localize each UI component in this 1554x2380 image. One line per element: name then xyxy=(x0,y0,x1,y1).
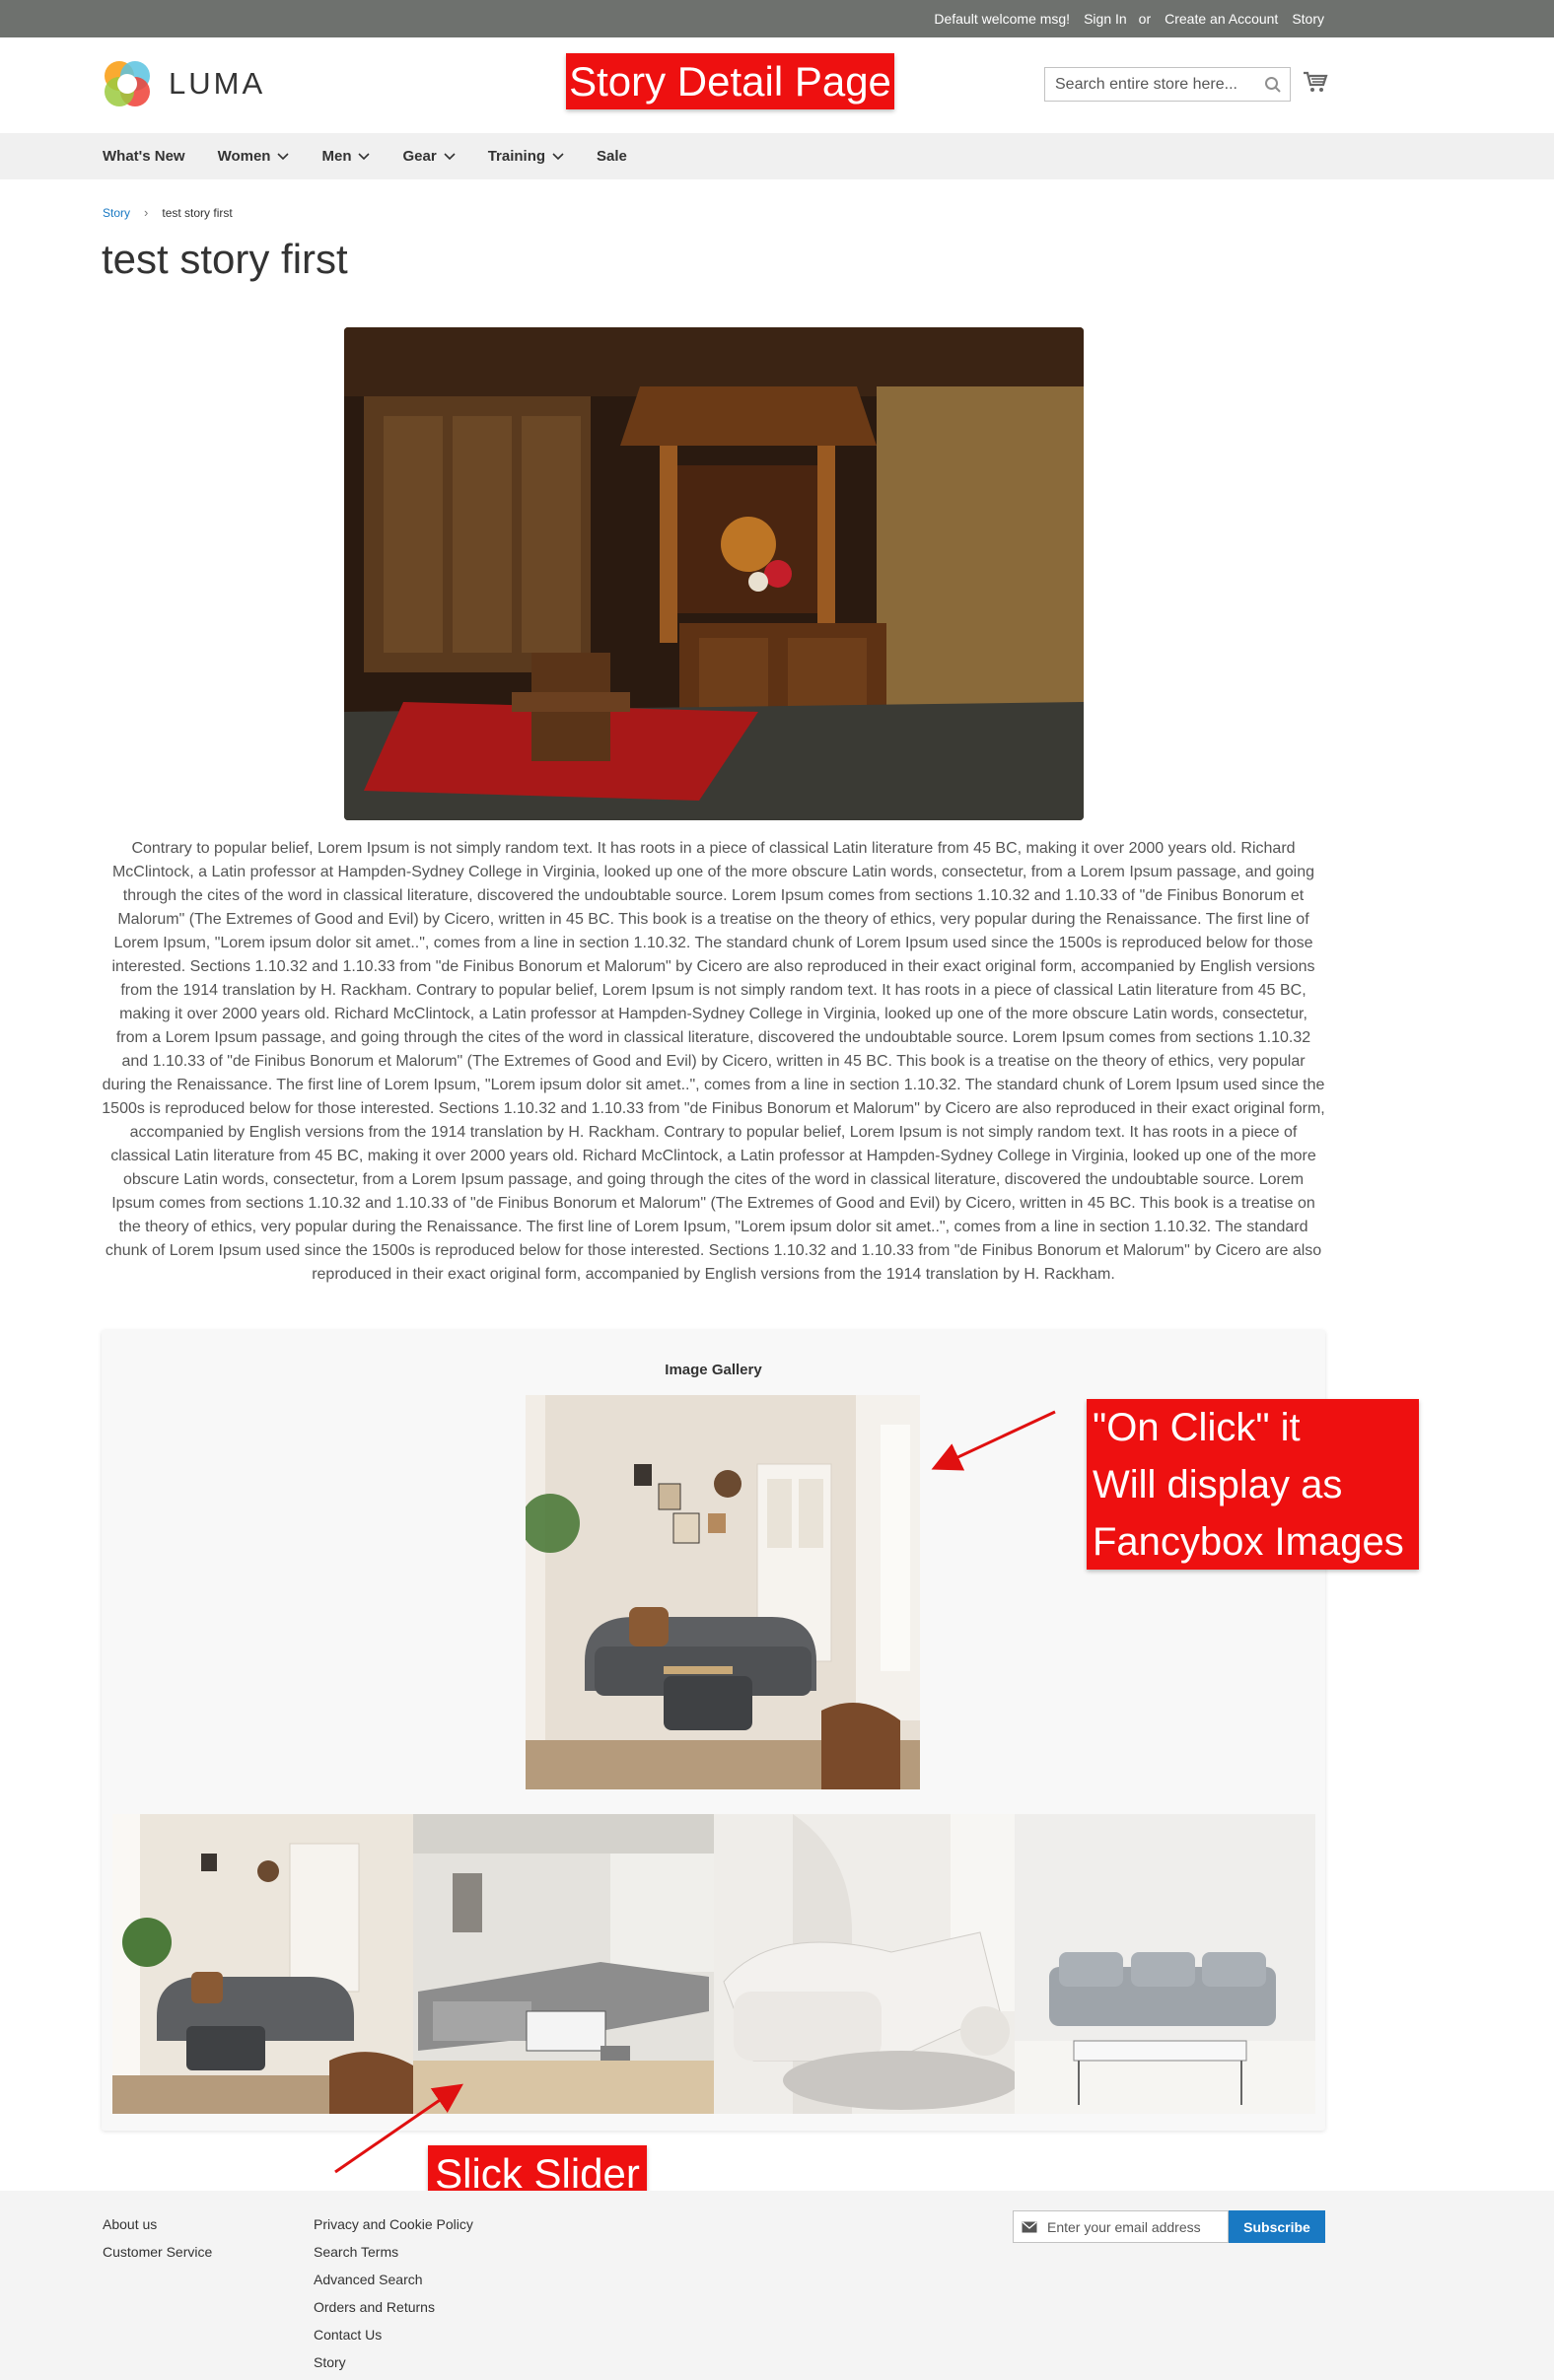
luma-logo-icon xyxy=(102,58,153,109)
nav-label: Gear xyxy=(402,148,437,165)
breadcrumb-story-link[interactable]: Story xyxy=(103,206,130,220)
subscribe-button[interactable]: Subscribe xyxy=(1229,2210,1325,2243)
search-input[interactable] xyxy=(1045,68,1252,101)
nav-label: Men xyxy=(321,148,352,165)
nav-item-men[interactable]: Men xyxy=(321,148,371,165)
footer-link-customer-service[interactable]: Customer Service xyxy=(103,2238,212,2266)
footer-link-privacy[interactable]: Privacy and Cookie Policy xyxy=(314,2210,473,2238)
chevron-down-icon xyxy=(277,152,290,160)
main-navigation: What's New Women Men Gear Training Sale xyxy=(0,133,1554,179)
annotation-line: Fancybox Images xyxy=(1093,1520,1404,1564)
nav-label: Sale xyxy=(597,148,627,165)
footer-link-contact-us[interactable]: Contact Us xyxy=(314,2321,473,2348)
welcome-message: Default welcome msg! xyxy=(934,11,1071,27)
nav-item-women[interactable]: Women xyxy=(218,148,290,165)
annotation-line: "On Click" it xyxy=(1093,1406,1301,1449)
page-footer: About us Customer Service Privacy and Co… xyxy=(0,2191,1554,2380)
slider-item[interactable] xyxy=(413,1814,714,2114)
slider-item[interactable] xyxy=(1015,1814,1315,2114)
footer-link-orders-returns[interactable]: Orders and Returns xyxy=(314,2293,473,2321)
mail-icon xyxy=(1022,2220,1037,2232)
sign-in-link[interactable]: Sign In xyxy=(1084,11,1127,27)
or-text: or xyxy=(1138,11,1152,27)
nav-label: Women xyxy=(217,148,271,165)
page-title: test story first xyxy=(102,236,348,282)
breadcrumb: Story › test story first xyxy=(103,205,233,220)
breadcrumb-current: test story first xyxy=(162,205,233,220)
story-body-text: Contrary to popular belief, Lorem Ipsum … xyxy=(102,840,1325,1283)
footer-links-col2: Privacy and Cookie Policy Search Terms A… xyxy=(314,2210,473,2376)
nav-label: What's New xyxy=(103,148,185,165)
nav-item-gear[interactable]: Gear xyxy=(402,148,456,165)
top-panel: Default welcome msg! Sign In or Create a… xyxy=(0,0,1554,37)
search-icon[interactable] xyxy=(1264,76,1282,94)
chevron-down-icon xyxy=(552,152,564,160)
newsletter-field[interactable] xyxy=(1013,2210,1229,2243)
slider-item[interactable] xyxy=(112,1814,413,2114)
footer-link-about-us[interactable]: About us xyxy=(103,2210,212,2238)
annotation-line: Will display as xyxy=(1093,1463,1343,1506)
nav-label: Training xyxy=(487,148,546,165)
logo[interactable]: LUMA xyxy=(102,58,265,109)
header-links: Default welcome msg! Sign In or Create a… xyxy=(920,0,1324,37)
footer-link-search-terms[interactable]: Search Terms xyxy=(314,2238,473,2266)
slick-slider[interactable] xyxy=(112,1814,1316,2114)
footer-link-story[interactable]: Story xyxy=(314,2348,473,2376)
chevron-down-icon xyxy=(358,152,371,160)
gallery-main-image[interactable] xyxy=(526,1395,920,1789)
nav-item-training[interactable]: Training xyxy=(488,148,564,165)
nav-item-whats-new[interactable]: What's New xyxy=(103,148,185,165)
search-box[interactable] xyxy=(1044,67,1291,102)
footer-link-advanced-search[interactable]: Advanced Search xyxy=(314,2266,473,2293)
newsletter-email-input[interactable] xyxy=(1047,2218,1215,2235)
slider-item[interactable] xyxy=(714,1814,1015,2114)
newsletter-form: Subscribe xyxy=(1013,2210,1325,2243)
logo-text: LUMA xyxy=(169,66,266,101)
story-hero-image xyxy=(344,327,1084,820)
nav-item-sale[interactable]: Sale xyxy=(597,148,627,165)
chevron-right-icon: › xyxy=(144,205,149,220)
annotation-story-detail: Story Detail Page xyxy=(566,53,894,109)
create-account-link[interactable]: Create an Account xyxy=(1165,11,1278,27)
footer-links-col1: About us Customer Service xyxy=(103,2210,212,2266)
chevron-down-icon xyxy=(444,152,456,160)
cart-icon[interactable] xyxy=(1303,70,1328,94)
annotation-fancybox: "On Click" it Will display as Fancybox I… xyxy=(1087,1399,1419,1570)
story-link[interactable]: Story xyxy=(1292,11,1324,27)
gallery-title: Image Gallery xyxy=(665,1362,762,1378)
